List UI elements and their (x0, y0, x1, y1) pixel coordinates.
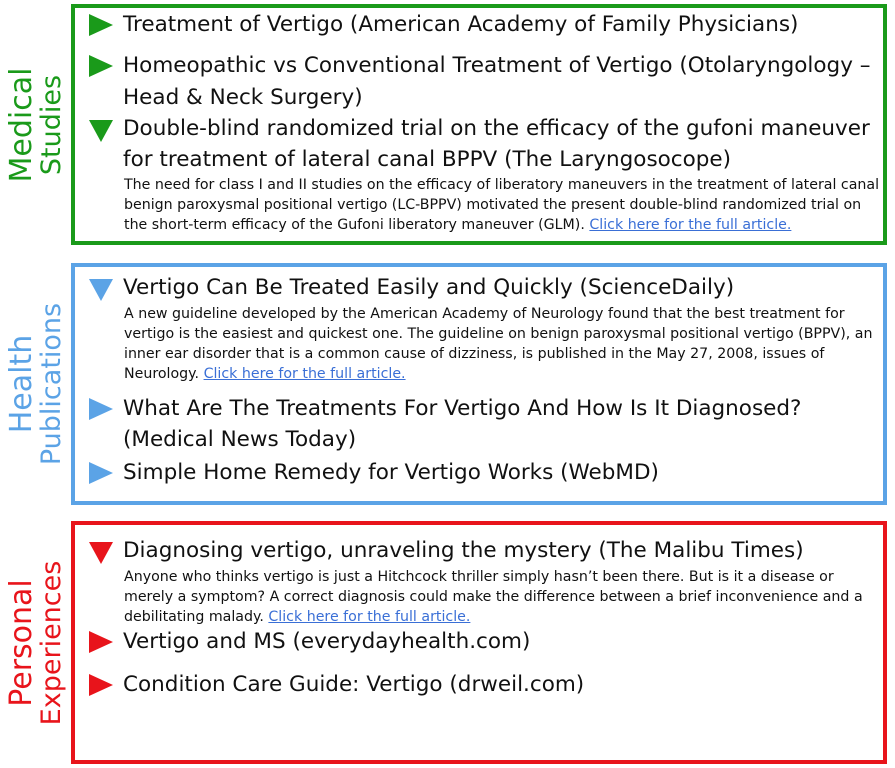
section-label-personal-experiences: Personal Experiences (0, 521, 71, 764)
triangle-right-icon[interactable] (89, 14, 113, 36)
section-label-line1: Health (3, 334, 39, 434)
triangle-down-icon[interactable] (89, 542, 113, 564)
triangle-right-icon[interactable] (89, 55, 113, 77)
article-title-link[interactable]: Simple Home Remedy for Vertigo Works (We… (123, 458, 659, 487)
section-label-health-publications: Health Publications (0, 263, 71, 505)
triangle-right-icon[interactable] (89, 462, 113, 484)
article-title-link[interactable]: Treatment of Vertigo (American Academy o… (123, 10, 798, 39)
triangle-right-icon[interactable] (89, 398, 113, 420)
article-summary: Anyone who thinks vertigo is just a Hitc… (124, 567, 884, 627)
article-title-link-line2[interactable]: (Medical News Today) (123, 425, 356, 454)
article-title-link[interactable]: What Are The Treatments For Vertigo And … (123, 394, 801, 423)
article-title-link[interactable]: Diagnosing vertigo, unraveling the myste… (123, 536, 804, 565)
triangle-right-icon[interactable] (89, 631, 113, 653)
section-label-line2: Studies (35, 74, 67, 175)
section-label-line2: Publications (35, 302, 67, 466)
full-article-link[interactable]: Click here for the full article. (204, 366, 406, 382)
summary-text: Anyone who thinks vertigo is just a Hitc… (124, 569, 863, 625)
article-title-link-line2[interactable]: for treatment of lateral canal BPPV (The… (123, 145, 731, 174)
triangle-down-icon[interactable] (89, 120, 113, 142)
section-label-line1: Medical (3, 67, 39, 182)
section-label-line2: Experiences (35, 560, 67, 725)
triangle-right-icon[interactable] (89, 674, 113, 696)
article-summary: The need for class I and II studies on t… (124, 175, 884, 235)
article-title-link[interactable]: Vertigo Can Be Treated Easily and Quickl… (123, 273, 734, 302)
triangle-down-icon[interactable] (89, 279, 113, 301)
section-label-line1: Personal (3, 578, 39, 707)
article-summary: A new guideline developed by the America… (124, 304, 884, 384)
article-title-link[interactable]: Double-blind randomized trial on the eff… (123, 114, 870, 143)
article-title-link[interactable]: Homeopathic vs Conventional Treatment of… (123, 51, 871, 80)
full-article-link[interactable]: Click here for the full article. (589, 217, 791, 233)
article-title-link[interactable]: Vertigo and MS (everydayhealth.com) (123, 627, 530, 656)
article-title-link-line2[interactable]: Head & Neck Surgery) (123, 83, 363, 112)
section-label-medical-studies: Medical Studies (0, 4, 71, 245)
article-title-link[interactable]: Condition Care Guide: Vertigo (drweil.co… (123, 670, 584, 699)
full-article-link[interactable]: Click here for the full article. (268, 609, 470, 625)
